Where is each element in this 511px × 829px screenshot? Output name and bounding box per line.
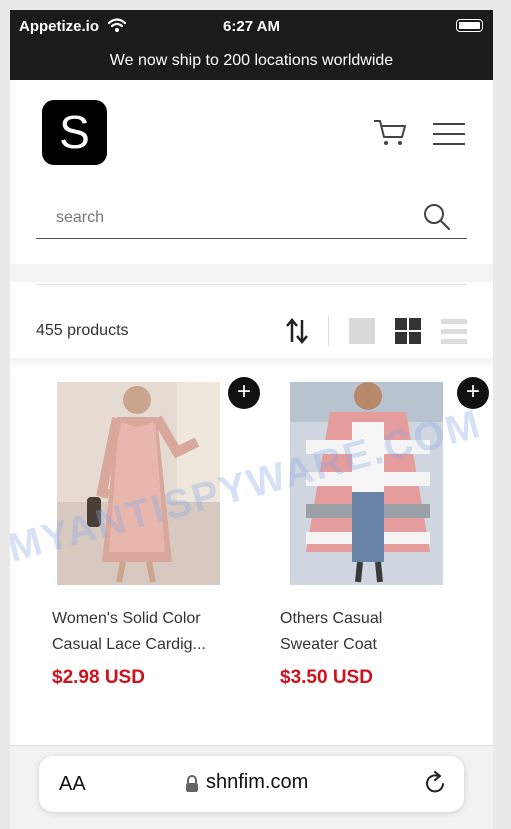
- divider-line: [36, 284, 467, 285]
- announcement-banner: We now ship to 200 locations worldwide: [10, 42, 493, 80]
- status-bar: Appetize.io 6:27 AM: [10, 10, 493, 42]
- product-card[interactable]: + Others Casual Sweater Coat $3.50 USD: [280, 377, 489, 712]
- sort-icon[interactable]: [286, 318, 308, 349]
- lock-icon: [185, 775, 199, 798]
- grid-view-icon[interactable]: [395, 318, 421, 344]
- reload-icon[interactable]: [425, 771, 447, 800]
- search-input[interactable]: [56, 203, 396, 233]
- toolbar-shadow: [10, 358, 493, 370]
- text-size-button[interactable]: AA: [59, 773, 86, 796]
- product-price: $3.50 USD: [280, 667, 373, 688]
- store-logo[interactable]: S: [42, 100, 107, 165]
- product-title-line2: Casual Lace Cardig...: [52, 636, 206, 653]
- product-count: 455 products: [36, 322, 129, 339]
- toolbar-separator: [328, 316, 329, 346]
- product-title[interactable]: Women's Solid Color Casual Lace Cardig..…: [52, 606, 232, 658]
- product-image[interactable]: [290, 382, 453, 585]
- collection-toolbar: 455 products: [10, 290, 493, 358]
- product-title-line2: Sweater Coat: [280, 636, 377, 653]
- product-title-line1: Women's Solid Color: [52, 610, 201, 627]
- product-card[interactable]: + Women's Solid Color Casual Lace Cardig…: [52, 377, 260, 712]
- clock: 6:27 AM: [223, 18, 280, 35]
- cart-icon[interactable]: [373, 118, 407, 153]
- section-divider: [10, 264, 493, 282]
- hamburger-menu-icon[interactable]: [433, 122, 465, 151]
- phone-screen: Appetize.io 6:27 AM We now ship to 200 l…: [10, 10, 493, 829]
- product-image[interactable]: [57, 382, 220, 585]
- add-to-cart-plus-icon[interactable]: +: [228, 377, 260, 409]
- battery-icon: [456, 19, 483, 32]
- browser-address-bar[interactable]: AA shnfim.com: [39, 756, 464, 812]
- search-icon[interactable]: [423, 203, 451, 236]
- search-bar: [36, 197, 467, 239]
- product-price: $2.98 USD: [52, 667, 145, 688]
- product-title-line1: Others Casual: [280, 610, 383, 627]
- single-column-view-icon[interactable]: [349, 318, 375, 344]
- add-to-cart-plus-icon[interactable]: +: [457, 377, 489, 409]
- url-text[interactable]: shnfim.com: [206, 771, 308, 794]
- product-title[interactable]: Others Casual Sweater Coat: [280, 606, 460, 658]
- list-view-icon[interactable]: [441, 319, 467, 345]
